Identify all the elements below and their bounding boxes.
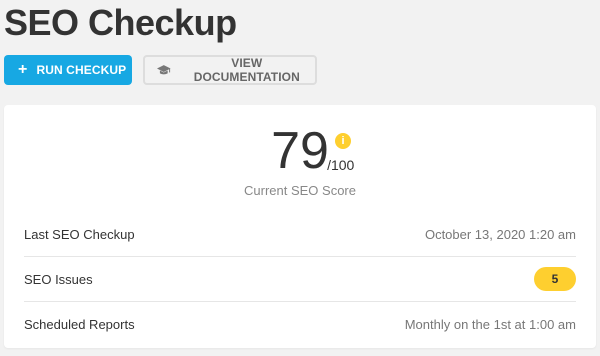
run-checkup-label: RUN CHECKUP (36, 63, 127, 77)
view-documentation-button[interactable]: VIEW DOCUMENTATION (143, 55, 317, 85)
score-line: 79 /100 i (271, 122, 354, 180)
summary-row-seo-issues: SEO Issues 5 (24, 257, 576, 302)
seo-score-value: 79 (271, 122, 329, 180)
row-label: Scheduled Reports (24, 317, 135, 332)
score-block: 79 /100 i Current SEO Score (4, 125, 596, 198)
seo-score-max: /100 (327, 157, 355, 173)
seo-summary-card: 79 /100 i Current SEO Score Last SEO Che… (4, 105, 596, 348)
seo-score-label: Current SEO Score (244, 183, 356, 198)
graduation-cap-icon (157, 64, 171, 74)
row-value: Monthly on the 1st at 1:00 am (404, 317, 576, 332)
summary-row-last-checkup: Last SEO Checkup October 13, 2020 1:20 a… (24, 212, 576, 257)
page-title: SEO Checkup (4, 2, 237, 43)
summary-rows: Last SEO Checkup October 13, 2020 1:20 a… (24, 212, 576, 347)
action-bar: + RUN CHECKUP VIEW DOCUMENTATION (4, 55, 317, 85)
row-label: Last SEO Checkup (24, 226, 135, 242)
view-documentation-label: VIEW DOCUMENTATION (193, 56, 300, 84)
row-value: October 13, 2020 1:20 am (424, 226, 576, 242)
plus-icon: + (18, 61, 28, 78)
summary-row-scheduled-reports: Scheduled Reports Monthly on the 1st at … (24, 302, 576, 347)
run-checkup-button[interactable]: + RUN CHECKUP (4, 55, 132, 85)
info-icon[interactable]: i (335, 133, 352, 149)
row-label: SEO Issues (24, 271, 93, 287)
seo-issues-count-badge[interactable]: 5 (534, 267, 576, 291)
